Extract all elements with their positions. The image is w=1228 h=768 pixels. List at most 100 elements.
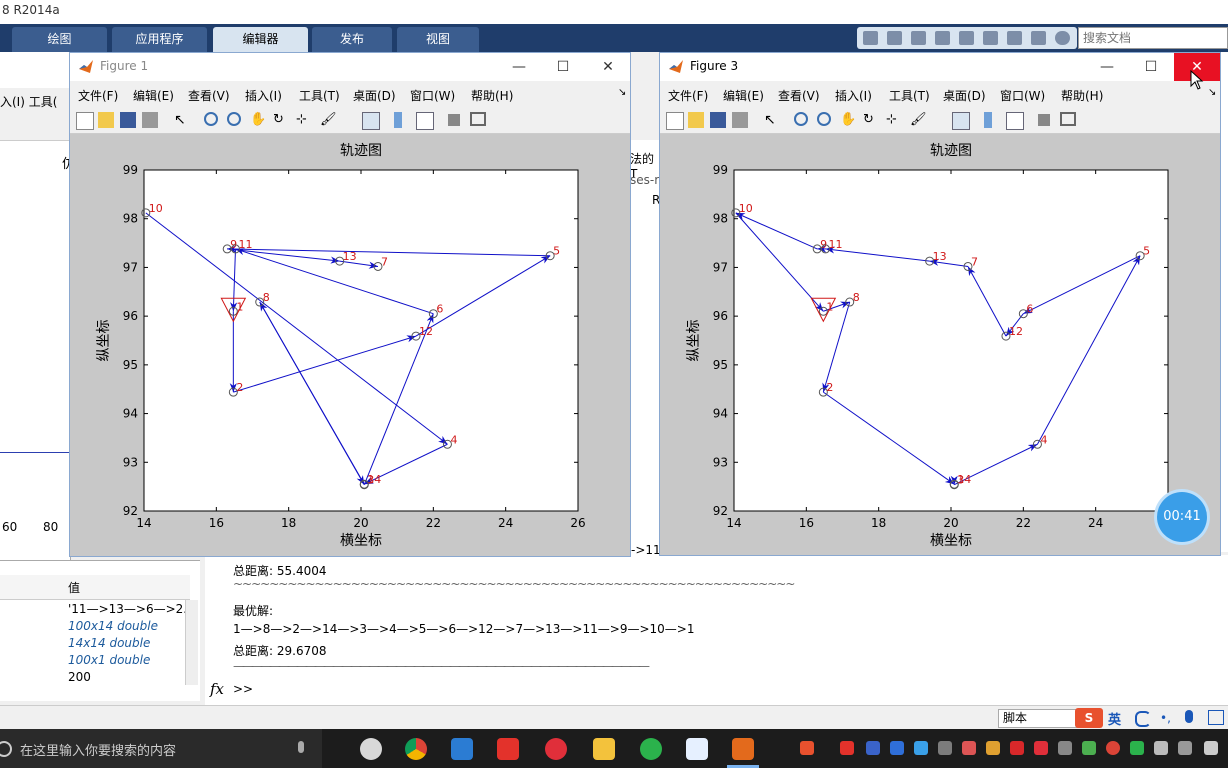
tray-wps-icon[interactable] [840, 741, 854, 755]
tab-plots[interactable]: 绘图 [12, 27, 107, 52]
save-icon[interactable] [710, 112, 726, 128]
redo-icon[interactable] [1007, 31, 1022, 45]
mic-icon[interactable] [1185, 710, 1193, 723]
command-prompt[interactable]: >> [233, 682, 253, 696]
trajectory-plot[interactable]: 轨迹图横坐标纵坐标14 16 18 20 22 249293949596979899123… [660, 133, 1220, 555]
menu-tools[interactable]: 工具(T) [299, 87, 340, 104]
tray-icon[interactable] [1010, 741, 1024, 755]
tray-icon[interactable] [986, 741, 1000, 755]
script-type-field[interactable]: 脚本 [998, 709, 1084, 728]
menu-tools[interactable]: 工具(T) [889, 87, 930, 104]
brush-icon[interactable]: 🖌 [910, 112, 927, 128]
network-icon[interactable] [1204, 741, 1218, 755]
workspace-row[interactable]: 100x1 double [68, 653, 150, 667]
matlab-icon[interactable] [732, 738, 754, 760]
legend-icon[interactable] [416, 112, 434, 130]
menu-help[interactable]: 帮助(H) [1061, 87, 1103, 104]
volume-icon[interactable] [1178, 741, 1192, 755]
menu-insert[interactable]: 插入(I) [835, 87, 872, 104]
tab-editor[interactable]: 编辑器 [213, 27, 308, 52]
brush-icon[interactable]: 🖌 [320, 112, 337, 128]
print-icon[interactable] [732, 112, 748, 128]
pointer-icon[interactable]: ↖ [764, 112, 780, 128]
menu-window[interactable]: 窗口(W) [1000, 87, 1045, 104]
save-icon[interactable] [120, 112, 136, 128]
pan-icon[interactable]: ✋ [250, 112, 266, 128]
cut-icon[interactable] [911, 31, 926, 45]
rotate-icon[interactable]: ↻ [863, 112, 879, 128]
tray-icon[interactable] [1058, 741, 1072, 755]
rotate-icon[interactable]: ↻ [273, 112, 289, 128]
link-plot-icon[interactable] [362, 112, 380, 130]
trajectory-plot[interactable]: 轨迹图横坐标纵坐标14 16 18 20 22 24 2692939495969798991… [70, 133, 630, 556]
open-file-icon[interactable] [98, 112, 114, 128]
switch-windows-icon[interactable] [1031, 31, 1046, 45]
wechat-icon[interactable] [640, 738, 662, 760]
keyboard-icon[interactable] [1208, 710, 1224, 725]
menu-edit[interactable]: 编辑(E) [723, 87, 764, 104]
zoom-in-icon[interactable] [204, 112, 218, 126]
ime-mode-label[interactable]: 英 [1108, 709, 1121, 728]
menu-desktop[interactable]: 桌面(D) [943, 87, 986, 104]
tray-icon[interactable] [1154, 741, 1168, 755]
menu-file[interactable]: 文件(F) [78, 87, 118, 104]
dock-arrow-icon[interactable]: ↘ [1208, 87, 1216, 98]
wps-icon[interactable] [497, 738, 519, 760]
menu-edit[interactable]: 编辑(E) [133, 87, 174, 104]
tab-apps[interactable]: 应用程序 [112, 27, 207, 52]
figure-title-bar[interactable]: Figure 3 — ☐ ✕ [660, 53, 1220, 81]
copy-icon[interactable] [935, 31, 950, 45]
workspace-scrollbar[interactable] [185, 600, 198, 685]
help-icon[interactable] [1055, 31, 1070, 45]
taskbar-search-box[interactable]: 在这里输入你要搜索的内容 [0, 729, 322, 768]
app-icon-umbrella[interactable] [360, 738, 382, 760]
fx-icon[interactable]: fx [210, 680, 224, 698]
new-figure-icon[interactable] [76, 112, 94, 130]
zoom-out-icon[interactable] [227, 112, 241, 126]
sogou-ime-icon[interactable]: S [1075, 708, 1103, 728]
mic-icon[interactable] [298, 741, 304, 753]
undo-icon[interactable] [983, 31, 998, 45]
tray-bluetooth-icon[interactable] [890, 741, 904, 755]
tray-icon[interactable] [962, 741, 976, 755]
menu-view[interactable]: 查看(V) [188, 87, 230, 104]
tray-shield-icon[interactable] [866, 741, 880, 755]
menu-window[interactable]: 窗口(W) [410, 87, 455, 104]
menu-file[interactable]: 文件(F) [668, 87, 708, 104]
zoom-in-icon[interactable] [794, 112, 808, 126]
shortcut-icon[interactable] [863, 31, 878, 45]
vscode-icon[interactable] [451, 738, 473, 760]
figure-title-bar[interactable]: Figure 1 — ☐ ✕ [70, 53, 630, 81]
tray-icon[interactable] [1082, 741, 1096, 755]
menu-help[interactable]: 帮助(H) [471, 87, 513, 104]
show-plot-tools-icon[interactable] [1060, 112, 1076, 126]
chrome-icon[interactable] [405, 738, 427, 760]
legend-icon[interactable] [1006, 112, 1024, 130]
data-cursor-icon[interactable]: ⊹ [296, 112, 312, 128]
tray-security-icon[interactable] [914, 741, 928, 755]
recording-timer[interactable]: 00:41 [1157, 492, 1207, 542]
paste-icon[interactable] [959, 31, 974, 45]
maximize-button[interactable]: ☐ [540, 53, 586, 81]
minimize-button[interactable]: — [496, 53, 542, 81]
tab-publish[interactable]: 发布 [312, 27, 392, 52]
tray-icon[interactable] [938, 741, 952, 755]
link-plot-icon[interactable] [952, 112, 970, 130]
menu-desktop[interactable]: 桌面(D) [353, 87, 396, 104]
colorbar-icon[interactable] [984, 112, 992, 128]
show-plot-tools-icon[interactable] [470, 112, 486, 126]
workspace-row[interactable]: 100x14 double [68, 619, 158, 633]
folder-icon[interactable] [593, 738, 615, 760]
data-cursor-icon[interactable]: ⊹ [886, 112, 902, 128]
tab-view[interactable]: 视图 [397, 27, 479, 52]
workspace-row[interactable]: '11—>13—>6—>2. [68, 602, 187, 616]
search-documentation-input[interactable] [1079, 28, 1225, 48]
app-icon-blue[interactable] [686, 738, 708, 760]
pan-icon[interactable]: ✋ [840, 112, 856, 128]
menu-view[interactable]: 查看(V) [778, 87, 820, 104]
netease-music-icon[interactable] [545, 738, 567, 760]
hide-plot-tools-icon[interactable] [448, 114, 460, 126]
colorbar-icon[interactable] [394, 112, 402, 128]
hide-plot-tools-icon[interactable] [1038, 114, 1050, 126]
print-icon[interactable] [142, 112, 158, 128]
